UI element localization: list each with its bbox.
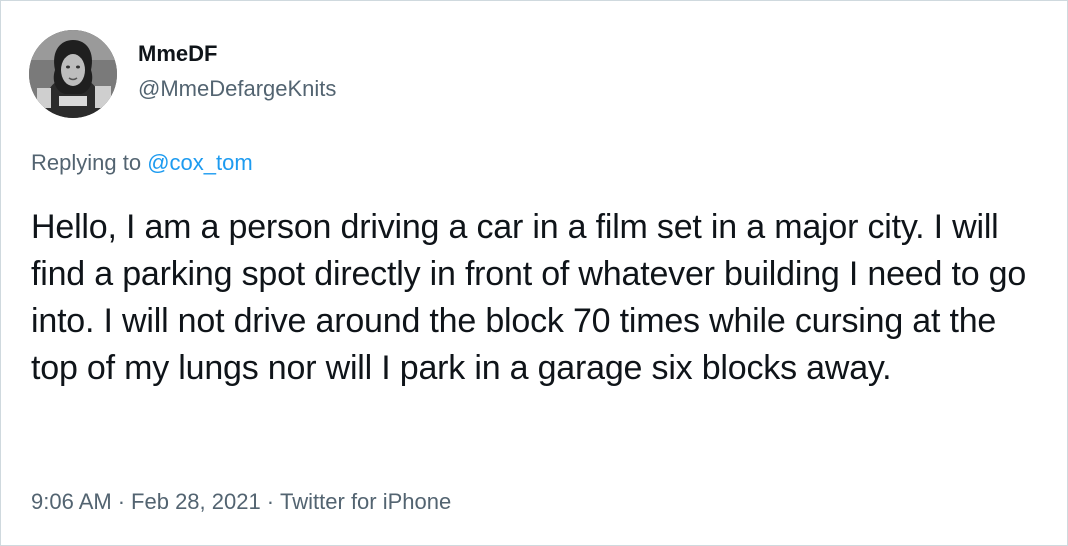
tweet-meta: 9:06 AM · Feb 28, 2021 · Twitter for iPhone [31,488,451,516]
display-name[interactable]: MmeDF [138,41,217,67]
meta-separator: · [117,489,126,514]
tweet-text: Hello, I am a person driving a car in a … [31,208,1027,387]
tweet-card: MmeDF @MmeDefargeKnits Replying to @cox_… [0,0,1068,546]
mention-link[interactable]: @cox_tom [147,150,252,175]
user-handle[interactable]: @MmeDefargeKnits [138,76,336,102]
avatar[interactable] [29,30,117,118]
replying-to-label: Replying to [31,150,148,175]
tweet-source[interactable]: Twitter for iPhone [280,489,451,514]
meta-separator: · [266,489,275,514]
avatar-image [29,30,117,118]
replying-to: Replying to @cox_tom [31,149,253,177]
tweet-date[interactable]: Feb 28, 2021 [131,489,261,514]
tweet-time[interactable]: 9:06 AM [31,489,112,514]
